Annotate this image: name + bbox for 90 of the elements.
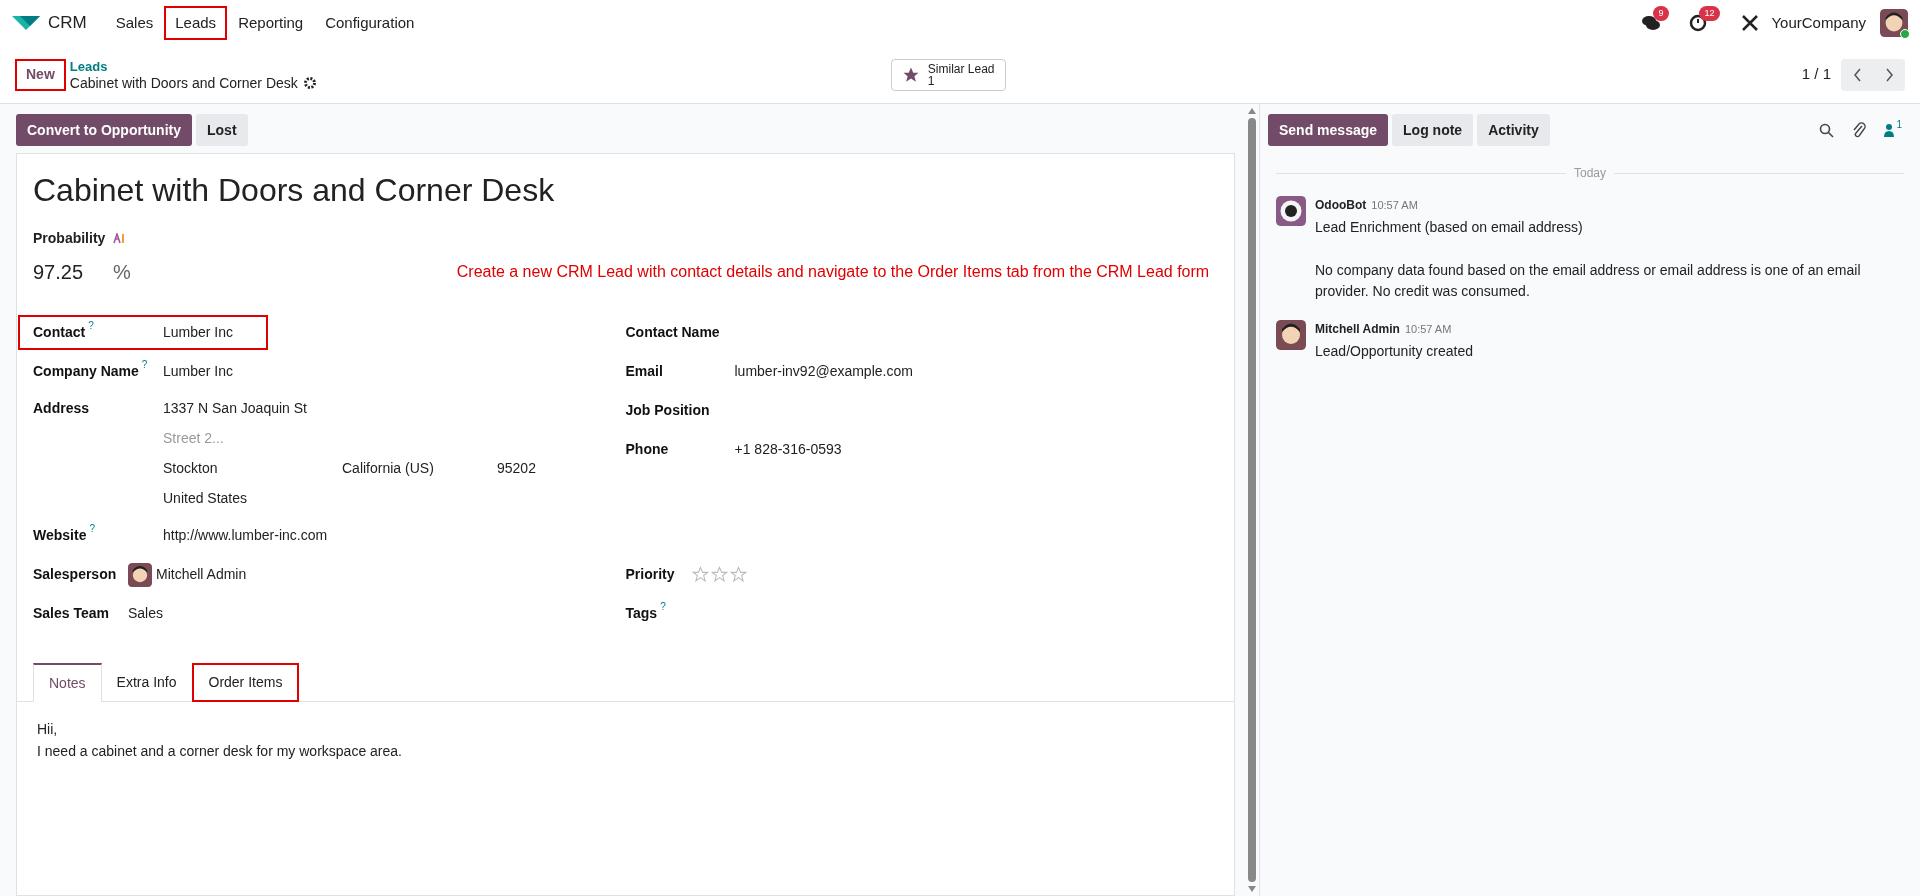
chat-icon[interactable] <box>1641 14 1662 32</box>
percent-sign: % <box>113 260 131 285</box>
chevron-left-icon <box>1852 67 1862 82</box>
message-text: Lead Enrichment (based on email address) <box>1315 218 1584 237</box>
field-label: Contact <box>33 323 86 342</box>
menu-item[interactable]: Configuration <box>314 6 426 40</box>
app-name[interactable]: CRM <box>48 10 87 36</box>
user-avatar <box>1880 9 1908 37</box>
pager-value[interactable]: 1 / 1 <box>1801 63 1831 86</box>
help-mark[interactable]: ? <box>141 360 148 370</box>
online-status-icon <box>1900 29 1910 39</box>
scrollbar[interactable] <box>1245 104 1259 896</box>
field-value[interactable]: 1337 N San Joaquin St <box>163 398 536 419</box>
help-mark[interactable]: ? <box>88 321 94 331</box>
star-icon <box>710 566 728 583</box>
field-value[interactable]: Mitchell Admin <box>156 564 247 585</box>
message-author[interactable]: Mitchell Admin <box>1315 320 1400 338</box>
field-value[interactable]: Stockton <box>163 458 342 479</box>
help-mark[interactable]: ? <box>89 524 95 534</box>
field-value[interactable]: United States <box>163 488 536 509</box>
smart-button-count: 1 <box>927 74 936 87</box>
form-tab[interactable]: Order Items <box>191 663 300 702</box>
gear-icon[interactable] <box>303 77 316 89</box>
smart-button-label: Similar Lead <box>927 62 995 75</box>
notification-badge: 12 <box>1699 6 1720 21</box>
new-button[interactable]: New <box>15 58 66 91</box>
priority-stars[interactable] <box>691 566 747 583</box>
chatter-button[interactable]: Send message <box>1268 114 1389 146</box>
field-label: Contact Name <box>625 323 720 342</box>
message-text: Lead/Opportunity created <box>1315 342 1473 361</box>
instruction-text: Create a new CRM Lead with contact details and navigate to the Order Items tab from the CRM Lead form <box>456 262 1210 282</box>
form-tab[interactable]: Extra Info <box>101 663 192 702</box>
star-icon <box>729 566 747 583</box>
field-label: Probability <box>33 229 106 248</box>
follower-count: 1 <box>1896 120 1902 130</box>
field-value[interactable]: Lumber Inc <box>163 361 234 382</box>
lead-title[interactable]: Cabinet with Doors and Corner Desk <box>33 168 1218 212</box>
field-label: Address <box>33 399 90 418</box>
notes-text[interactable]: Hii, <box>37 718 1214 740</box>
company-name[interactable]: YourCompany <box>1771 11 1866 35</box>
field-label: Website <box>33 526 87 545</box>
menu-item[interactable]: Sales <box>104 6 165 40</box>
notes-text[interactable]: I need a cabinet and a corner desk for my workspace area. <box>37 740 1214 762</box>
action-button[interactable]: Lost <box>196 114 248 146</box>
scroll-up-icon[interactable] <box>1248 108 1256 114</box>
field-value[interactable]: Sales <box>128 603 164 624</box>
field-label: Company Name <box>33 362 139 381</box>
scroll-down-icon[interactable] <box>1248 886 1256 892</box>
clock-icon[interactable] <box>1689 14 1708 32</box>
message-time: 10:57 AM <box>1404 322 1452 337</box>
breadcrumb-link[interactable]: Leads <box>69 57 316 75</box>
field-label: Phone <box>625 440 669 459</box>
chatter-button[interactable]: Log note <box>1392 114 1474 146</box>
field-value[interactable]: +1 828-316-0593 <box>734 439 842 460</box>
message-text: No company data found based on the email address or email address is one of an email provider. No credit was consumed. <box>1315 261 1862 301</box>
field-label: Job Position <box>625 401 710 420</box>
message-author[interactable]: OdooBot <box>1315 196 1367 214</box>
person-icon[interactable] <box>1884 123 1895 137</box>
app-logo-icon[interactable] <box>12 14 40 32</box>
field-value[interactable]: California (US) <box>342 458 497 479</box>
star-icon <box>691 566 709 583</box>
menu-item[interactable]: Leads <box>164 6 228 40</box>
action-button[interactable]: Convert to Opportunity <box>16 114 192 146</box>
user-avatar <box>128 562 152 587</box>
notification-badge: 9 <box>1653 6 1669 21</box>
record-title: Cabinet with Doors and Corner Desk <box>69 74 298 92</box>
scrollbar-thumb[interactable] <box>1248 118 1256 882</box>
field-label: Email <box>625 362 663 381</box>
field-label: Priority <box>625 565 675 584</box>
menu-item[interactable]: Reporting <box>227 6 315 40</box>
help-mark[interactable]: ? <box>660 602 666 612</box>
street2-field[interactable]: Street 2... <box>163 428 463 449</box>
field-value[interactable]: 95202 <box>497 458 536 479</box>
field-label: Tags <box>625 604 658 623</box>
form-tab[interactable]: Notes <box>33 663 102 702</box>
similar-lead-button[interactable]: Similar Lead 1 <box>890 58 1006 91</box>
field-label: Sales Team <box>33 604 109 623</box>
field-label: Salesperson <box>33 565 117 584</box>
paperclip-icon[interactable] <box>1852 122 1867 138</box>
field-value[interactable]: lumber-inv92@example.com <box>734 361 913 382</box>
chevron-right-icon <box>1884 67 1894 82</box>
date-separator: Today <box>1573 165 1607 182</box>
bot-avatar <box>1276 196 1306 226</box>
field-value[interactable]: http://www.lumber-inc.com <box>163 525 328 546</box>
chatter-button[interactable]: Activity <box>1477 114 1550 146</box>
field-value[interactable]: Lumber Inc <box>163 322 234 343</box>
user-avatar <box>1276 320 1306 350</box>
probability-value[interactable]: 97.25 <box>33 257 113 287</box>
message-time: 10:57 AM <box>1371 198 1418 213</box>
search-icon[interactable] <box>1819 122 1835 138</box>
